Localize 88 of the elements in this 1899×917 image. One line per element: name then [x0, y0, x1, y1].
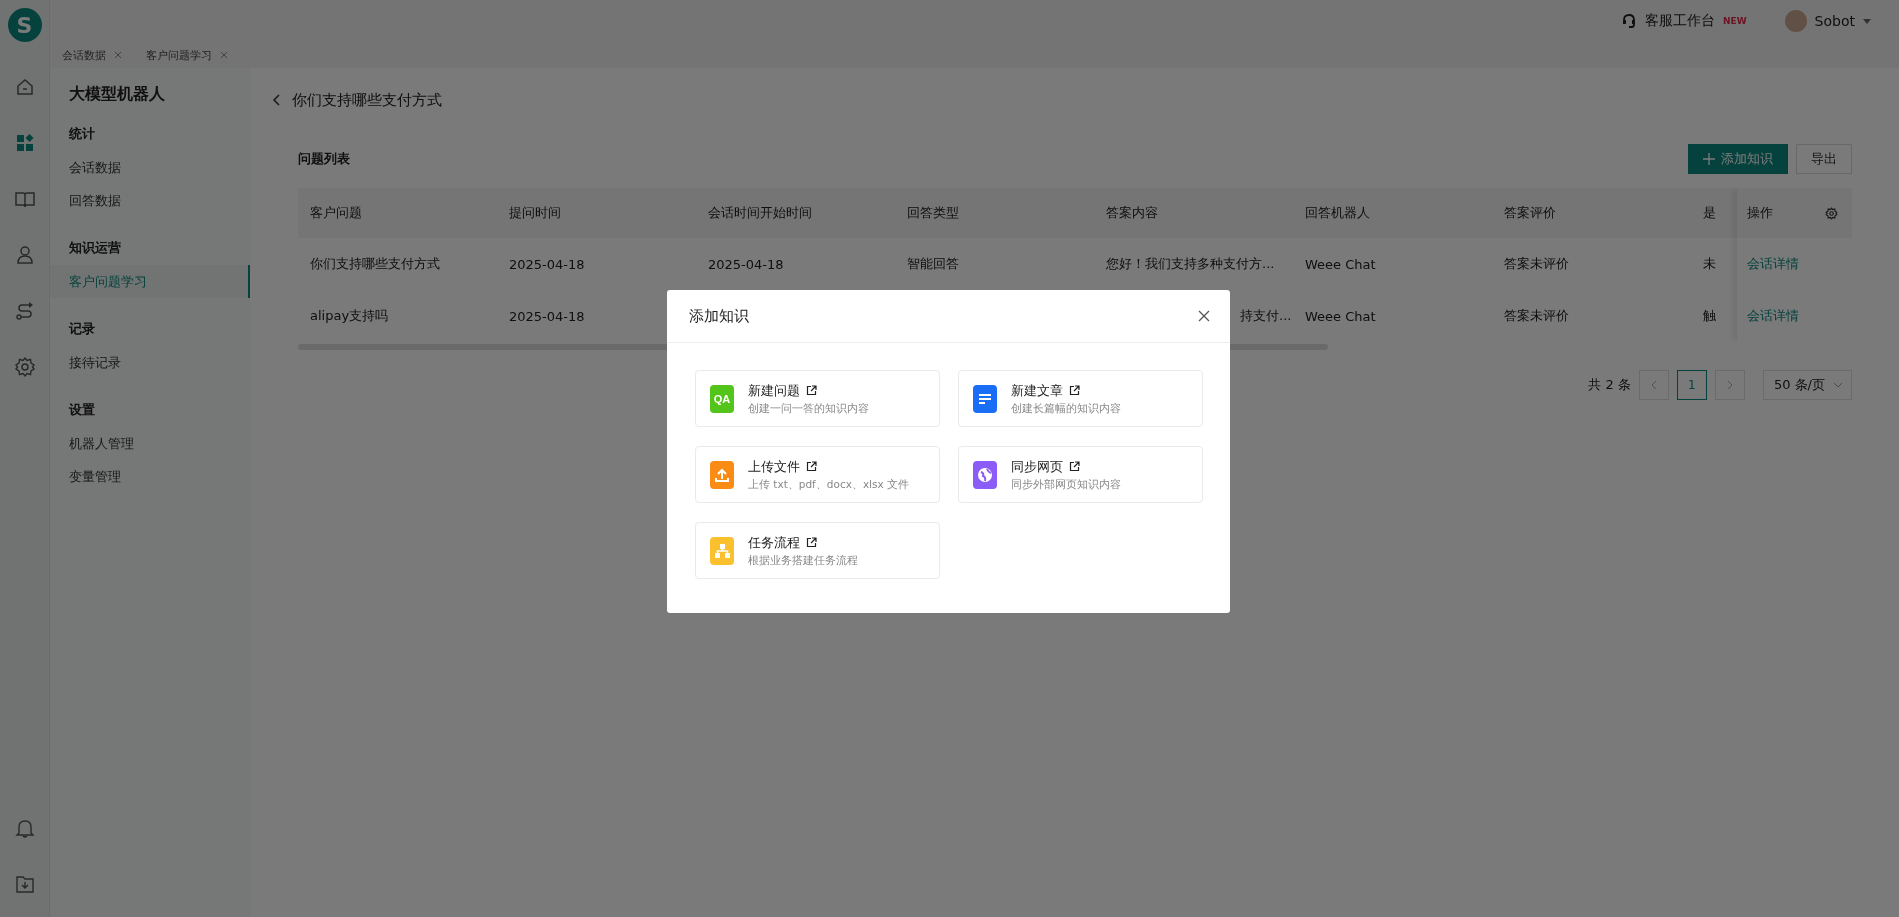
option-title: 任务流程 [748, 533, 800, 552]
globe-icon [973, 460, 997, 489]
table-cell: 2025-04-18 [509, 256, 585, 272]
column-header: 是 [1703, 205, 1716, 220]
external-link-icon [806, 385, 817, 396]
option-title: 上传文件 [748, 457, 800, 476]
close-icon[interactable] [1198, 310, 1210, 322]
table-cell: 触 [1703, 308, 1716, 323]
total-count: 共 2 条 [1588, 376, 1631, 394]
add-knowledge-button[interactable]: 添加知识 [1688, 144, 1788, 174]
table-cell: Weee Chat [1305, 256, 1376, 272]
table-cell: 未 [1703, 256, 1716, 271]
table-cell: 2025-04-18 [708, 256, 784, 272]
external-link-icon [1069, 461, 1080, 472]
document-icon [973, 384, 997, 413]
option-description: 创建长篇幅的知识内容 [1011, 401, 1121, 416]
qa-icon: QA [710, 384, 734, 413]
workbench-link[interactable]: 客服工作台 [1645, 12, 1715, 30]
sidebar-item[interactable]: 变量管理 [50, 460, 250, 493]
new-label: NEW [1723, 16, 1747, 26]
sidebar-item[interactable]: 接待记录 [50, 346, 250, 379]
table-cell: 答案未评价 [1504, 308, 1569, 323]
avatar[interactable] [1784, 10, 1807, 32]
settings-icon[interactable] [13, 356, 36, 378]
table-cell: alipay支持吗 [310, 308, 389, 323]
page-size-select[interactable]: 50 条/页 [1762, 370, 1852, 400]
back-icon[interactable] [272, 94, 280, 106]
export-button[interactable]: 导出 [1796, 144, 1852, 174]
sidebar-item[interactable]: 客户问题学习 [50, 265, 250, 298]
option-card[interactable]: 同步网页 同步外部网页知识内容 [958, 446, 1203, 503]
sidebar-item[interactable]: 回答数据 [50, 184, 250, 217]
table-cell: 你们支持哪些支付方式 [310, 256, 440, 271]
flowchart-icon [710, 536, 734, 565]
caret-icon[interactable] [1863, 18, 1871, 24]
plus-icon [1703, 153, 1715, 165]
table-cell: Weee Chat [1305, 308, 1376, 324]
session-details-link[interactable]: 会话详情 [1747, 255, 1799, 273]
sidebar-item[interactable]: 机器人管理 [50, 427, 250, 460]
option-description: 同步外部网页知识内容 [1011, 477, 1121, 492]
sidebar-title: 大模型机器人 [68, 84, 166, 105]
chevron-left-icon [1650, 380, 1657, 390]
option-card[interactable]: 任务流程 根据业务搭建任务流程 [695, 522, 940, 579]
dialog-title: 添加知识 [689, 306, 749, 326]
option-description: 根据业务搭建任务流程 [748, 553, 858, 568]
table-cell: 2025-04-18 [509, 308, 585, 324]
option-description: 创建一问一答的知识内容 [748, 401, 869, 416]
logo[interactable]: S [7, 8, 42, 42]
chevron-down-icon [1833, 382, 1843, 388]
column-header: 操作 [1747, 204, 1773, 222]
column-header: 回答类型 [907, 205, 959, 220]
column-header: 回答机器人 [1305, 205, 1370, 220]
list-title: 问题列表 [298, 150, 350, 168]
option-card[interactable]: 上传文件 上传 txt、pdf、docx、xlsx 文件 [695, 446, 940, 503]
option-title: 新建问题 [748, 381, 800, 400]
column-header: 答案内容 [1106, 205, 1158, 220]
external-link-icon [1069, 385, 1080, 396]
column-header: 答案评价 [1504, 205, 1556, 220]
option-card[interactable]: 新建文章 创建长篇幅的知识内容 [958, 370, 1203, 427]
external-link-icon [806, 461, 817, 472]
file-upload-icon [710, 460, 734, 489]
sidebar-heading: 记录 [68, 320, 96, 338]
column-header: 提问时间 [509, 205, 561, 220]
table-cell: 您好！我们支持多种支付方... [1106, 256, 1275, 271]
folder-download-icon[interactable] [13, 873, 36, 895]
sidebar-heading: 设置 [68, 401, 96, 419]
table-cell: 答案未评价 [1504, 256, 1569, 271]
external-link-icon [806, 537, 817, 548]
user-name[interactable]: Sobot [1814, 13, 1855, 29]
table-cell: 智能回答 [907, 256, 959, 271]
session-details-link[interactable]: 会话详情 [1747, 307, 1799, 325]
sidebar-heading: 知识运营 [68, 239, 122, 257]
headset-icon[interactable] [1621, 13, 1637, 29]
bell-icon[interactable] [13, 817, 36, 839]
option-title: 同步网页 [1011, 457, 1063, 476]
page-button[interactable]: 1 [1676, 370, 1707, 400]
option-description: 上传 txt、pdf、docx、xlsx 文件 [748, 477, 910, 492]
page-tab[interactable]: 客户问题学习 [146, 47, 212, 63]
table-cell: 持支付... [1240, 308, 1292, 323]
page-tab[interactable]: 会话数据 [62, 47, 106, 63]
option-title: 新建文章 [1011, 381, 1063, 400]
column-header: 客户问题 [310, 205, 362, 220]
settings-icon[interactable] [1825, 206, 1838, 220]
option-card[interactable]: QA 新建问题 创建一问一答的知识内容 [695, 370, 940, 427]
sidebar-item[interactable]: 会话数据 [50, 151, 250, 184]
page-title: 你们支持哪些支付方式 [292, 90, 442, 110]
sidebar-heading: 统计 [68, 125, 96, 143]
chevron-right-icon [1726, 380, 1733, 390]
column-header: 会话时间开始时间 [708, 205, 812, 220]
